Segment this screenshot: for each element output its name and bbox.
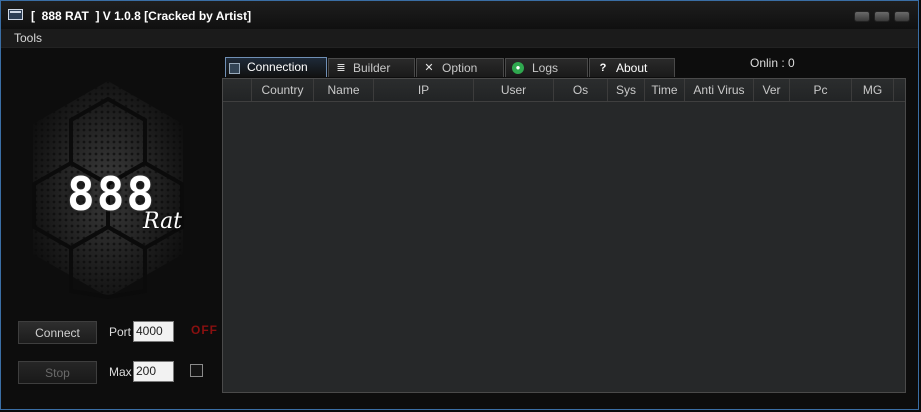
connection-icon <box>229 63 240 74</box>
tab-connection-label: Connection <box>247 60 308 74</box>
connection-status: OFF <box>191 323 218 337</box>
column-ip[interactable]: IP <box>374 79 474 101</box>
row-header-column <box>223 79 252 101</box>
tab-logs-label: Logs <box>532 61 559 75</box>
column-antivirus[interactable]: Anti Virus <box>685 79 754 101</box>
minimize-button[interactable] <box>854 11 870 22</box>
logs-icon: ● <box>512 62 524 74</box>
tab-about-label: About <box>616 61 648 75</box>
app-logo: 888 Rat <box>27 79 189 299</box>
column-user[interactable]: User <box>474 79 554 101</box>
column-pc[interactable]: Pc <box>790 79 852 101</box>
column-mg[interactable]: MG <box>852 79 894 101</box>
tab-option[interactable]: ✕ Option <box>416 58 504 77</box>
window-title: [ 888 RAT ] V 1.0.8 [Cracked by Artist] <box>31 9 252 23</box>
connect-button[interactable]: Connect <box>18 321 97 344</box>
menu-tools[interactable]: Tools <box>14 31 42 45</box>
option-checkbox[interactable] <box>190 364 203 377</box>
logo-word: Rat <box>143 209 183 234</box>
column-ver[interactable]: Ver <box>754 79 790 101</box>
stop-button[interactable]: Stop <box>18 361 97 384</box>
online-count: Onlin : 0 <box>750 56 795 70</box>
close-button[interactable] <box>894 11 910 22</box>
tab-builder[interactable]: ≣ Builder <box>328 58 415 77</box>
app-icon <box>8 9 23 20</box>
menu-bar: Tools <box>1 29 918 48</box>
tab-option-label: Option <box>442 61 478 75</box>
tab-connection[interactable]: Connection <box>225 57 327 77</box>
column-country[interactable]: Country <box>252 79 314 101</box>
builder-icon: ≣ <box>336 62 346 74</box>
title-bar[interactable]: [ 888 RAT ] V 1.0.8 [Cracked by Artist] <box>1 1 918 29</box>
column-sys[interactable]: Sys <box>608 79 645 101</box>
question-icon: ? <box>599 62 607 74</box>
tab-about[interactable]: ? About <box>589 58 675 77</box>
window-controls <box>854 11 910 22</box>
tools-icon: ✕ <box>424 62 434 74</box>
clients-table[interactable]: Country Name IP User Os Sys Time Anti Vi… <box>222 78 906 393</box>
port-label: Port <box>109 325 132 339</box>
column-time[interactable]: Time <box>645 79 685 101</box>
tab-logs[interactable]: ● Logs <box>505 58 588 77</box>
max-label: Max <box>109 365 132 379</box>
tab-builder-label: Builder <box>353 61 391 75</box>
max-input[interactable]: 200 <box>133 361 174 382</box>
column-name[interactable]: Name <box>314 79 374 101</box>
table-header: Country Name IP User Os Sys Time Anti Vi… <box>223 79 905 102</box>
column-os[interactable]: Os <box>554 79 608 101</box>
main-window: [ 888 RAT ] V 1.0.8 [Cracked by Artist] … <box>0 0 919 410</box>
port-input[interactable]: 4000 <box>133 321 174 342</box>
maximize-button[interactable] <box>874 11 890 22</box>
